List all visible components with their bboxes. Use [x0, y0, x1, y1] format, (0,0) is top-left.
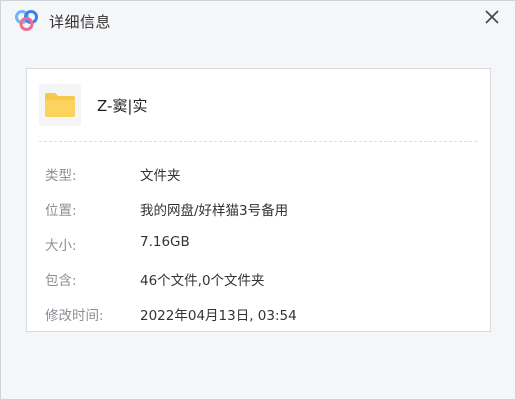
detail-label: 大小:	[45, 238, 77, 254]
baidu-netdisk-logo-icon	[14, 9, 40, 31]
detail-label: 类型:	[45, 168, 77, 184]
file-name: Z-窦|实	[97, 97, 148, 115]
close-button[interactable]	[481, 6, 503, 28]
close-icon	[485, 10, 499, 24]
detail-value: 2022年04月13日, 03:54	[140, 308, 297, 324]
dialog-title: 详细信息	[49, 13, 112, 31]
details-panel: Z-窦|实 类型: 文件夹 位置: 我的网盘/好样猫3号备用 大小: 7.16G…	[26, 68, 491, 332]
detail-value: 文件夹	[140, 168, 181, 184]
detail-value: 7.16GB	[140, 234, 190, 250]
detail-row-location: 位置: 我的网盘/好样猫3号备用	[27, 199, 490, 219]
detail-label: 修改时间:	[45, 308, 104, 324]
detail-value: 46个文件,0个文件夹	[140, 273, 265, 289]
folder-icon	[39, 84, 81, 126]
detail-row-type: 类型: 文件夹	[27, 164, 490, 184]
detail-label: 包含:	[45, 273, 77, 289]
detail-row-contains: 包含: 46个文件,0个文件夹	[27, 269, 490, 289]
file-header: Z-窦|实	[27, 69, 490, 140]
detail-row-size: 大小: 7.16GB	[27, 234, 490, 254]
detail-label: 位置:	[45, 203, 77, 219]
detail-value: 我的网盘/好样猫3号备用	[140, 203, 289, 219]
details-dialog: 详细信息 Z-窦|实 类型: 文件夹 位置: 我的网盘/好样猫3号备用 大小: …	[0, 0, 516, 400]
title-bar[interactable]: 详细信息	[1, 1, 515, 41]
divider	[39, 141, 477, 142]
detail-row-modified: 修改时间: 2022年04月13日, 03:54	[27, 304, 490, 324]
